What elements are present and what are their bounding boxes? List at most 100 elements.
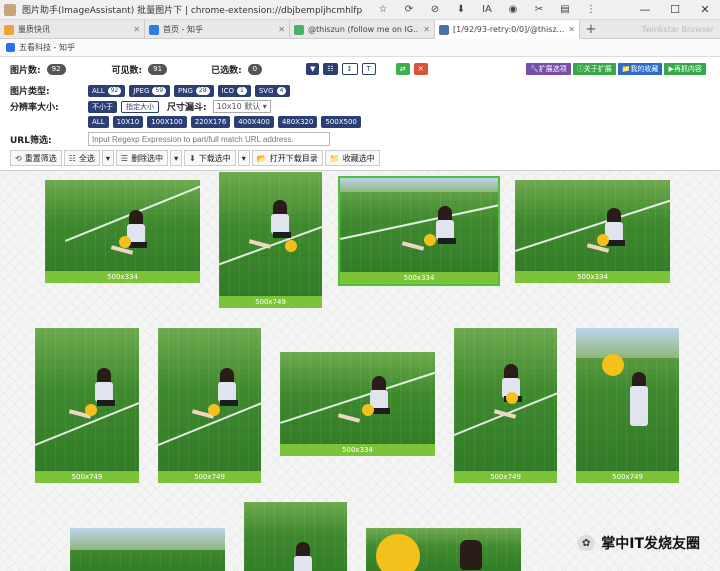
swap-icon[interactable]: ⇄ — [395, 63, 410, 75]
extension-options-button[interactable]: 🔧 扩展选项 — [526, 63, 571, 75]
panel-icon[interactable]: ▤ — [552, 0, 578, 20]
delete-dropdown[interactable]: ▾ — [170, 150, 183, 166]
grid-icon[interactable]: ☷ — [323, 63, 338, 75]
select-all-icon: ☷ — [68, 153, 76, 163]
tab-4-active[interactable]: [1/92/93-retry:0/0]/@thisz... ✕ — [435, 20, 580, 39]
preset-all[interactable]: ALL — [88, 116, 109, 128]
top-right-buttons: 🔧 扩展选项 ⓘ 关于扩展 📁 我的收藏 ▶ 再抓内容 — [526, 63, 708, 75]
images-count-label: 图片数: — [10, 66, 41, 76]
tab-close-icon[interactable]: ✕ — [568, 25, 575, 34]
tab-label: 量质快讯 — [18, 25, 50, 34]
size-funnel-label: 尺寸漏斗: — [167, 103, 207, 113]
type-chip-all[interactable]: ALL 92 — [88, 84, 126, 97]
image-thumbnail[interactable] — [366, 528, 521, 571]
recapture-label: 再抓内容 — [673, 65, 702, 73]
about-extension-label: 关于扩展 — [583, 65, 612, 73]
type-chip-png[interactable]: PNG 28 — [174, 84, 214, 97]
open-download-dir-button[interactable]: 📂 打开下载目录 — [251, 150, 323, 166]
image-thumbnail[interactable]: 500x334 — [45, 180, 200, 283]
bookmark-favicon-icon — [6, 43, 15, 52]
new-tab-button[interactable]: + — [580, 20, 602, 38]
preset-500x500[interactable]: 500X500 — [321, 116, 361, 128]
image-thumbnail[interactable]: 500x334 — [515, 180, 670, 283]
image-assistant-icon[interactable]: IA — [474, 0, 500, 20]
minimize-button[interactable]: — — [630, 0, 660, 20]
type-chip-svg[interactable]: SVG 4 — [254, 84, 291, 97]
folder-icon: 📁 — [621, 65, 631, 73]
image-thumbnail[interactable]: 500x749 — [35, 328, 139, 483]
selected-count-label: 已选数: — [211, 66, 242, 76]
image-thumbnail[interactable]: 500x749 — [158, 328, 261, 483]
chip-count: 59 — [152, 86, 167, 95]
download-icon[interactable]: ⬇ — [448, 0, 474, 20]
chip-label: ALL — [92, 86, 105, 95]
chip-label: JPEG — [133, 86, 150, 95]
fixed-size-button[interactable]: 指定大小 — [121, 100, 159, 113]
tab-2[interactable]: 首页 - 知乎 ✕ — [145, 20, 290, 39]
preset-220x176[interactable]: 220X176 — [190, 116, 231, 128]
chip-label: PNG — [178, 86, 193, 95]
min-size-button[interactable]: 不小于 — [88, 100, 117, 113]
url-filter-label: URL筛选: — [10, 135, 52, 146]
preset-400x400[interactable]: 400X400 — [234, 116, 274, 128]
size-caption: 500x749 — [576, 471, 679, 483]
control-panel: 图片数: 92 可见数: 91 已选数: 0 ▼ ☷ ↕ T ⇄ ✕ 🔧 扩展选项… — [0, 57, 720, 171]
stats-row: 图片数: 92 可见数: 91 已选数: 0 — [10, 63, 263, 76]
image-thumbnail[interactable] — [244, 502, 347, 571]
crop-icon[interactable]: ✂ — [526, 0, 552, 20]
close-filter-icon[interactable]: ✕ — [413, 63, 428, 75]
size-caption: 500x334 — [515, 271, 670, 283]
sort-icon[interactable]: ↕ — [341, 63, 358, 75]
chevron-down-icon: ▾ — [105, 153, 110, 163]
tab-1[interactable]: 量质快讯 ✕ — [0, 20, 145, 39]
chip-count: 28 — [195, 86, 210, 95]
preset-10x10[interactable]: 10X10 — [112, 116, 144, 128]
thumbnail-image — [219, 172, 322, 296]
menu-icon[interactable]: ⋮ — [578, 0, 604, 20]
tab-close-icon[interactable]: ✕ — [133, 25, 140, 34]
favorite-selected-button[interactable]: 📁 收藏选中 — [324, 150, 380, 166]
maximize-button[interactable]: ☐ — [660, 0, 690, 20]
type-chip-jpeg[interactable]: JPEG 59 — [129, 84, 171, 97]
bookmark-item[interactable]: 五看科技 - 知乎 — [19, 42, 75, 53]
chevron-down-icon: ▾ — [174, 153, 179, 163]
tab-close-icon[interactable]: ✕ — [278, 25, 285, 34]
bookmark-star-icon[interactable]: ☆ — [370, 0, 396, 20]
filter-icon[interactable]: ▼ — [306, 63, 320, 75]
recapture-button[interactable]: ▶ 再抓内容 — [664, 63, 706, 75]
image-thumbnail[interactable]: 500x749 — [219, 172, 322, 308]
window-controls: — ☐ ✕ — [630, 0, 720, 20]
delete-selected-button[interactable]: ☰ 删除选中 — [115, 150, 169, 166]
my-favorites-button[interactable]: 📁 我的收藏 — [617, 63, 663, 75]
extension-icon[interactable]: ◉ — [500, 0, 526, 20]
image-thumbnail[interactable] — [70, 528, 225, 571]
chip-count: 4 — [276, 86, 287, 95]
preset-100x100[interactable]: 100X100 — [147, 116, 187, 128]
select-all-button[interactable]: ☷ 全选 — [63, 150, 100, 166]
tab-close-icon[interactable]: ✕ — [423, 25, 430, 34]
size-funnel-select[interactable]: 10x10 默认 ▾ — [212, 100, 271, 113]
type-chip-ico[interactable]: ICO 1 — [217, 84, 251, 97]
thumbnail-image — [158, 328, 261, 471]
image-thumbnail[interactable]: 500x749 — [454, 328, 557, 483]
reset-filter-button[interactable]: ⟲ 重置筛选 — [10, 150, 62, 166]
refresh-icon[interactable]: ⟳ — [396, 0, 422, 20]
image-thumbnail[interactable]: 500x749 — [576, 328, 679, 483]
image-thumbnail[interactable]: 500x334 — [280, 352, 435, 456]
tab-3[interactable]: @thiszun (follow me on IG... ✕ — [290, 20, 435, 39]
block-icon[interactable]: ⊘ — [422, 0, 448, 20]
tab-favicon-icon — [4, 24, 14, 35]
size-caption: 500x334 — [340, 272, 498, 284]
visible-count-label: 可见数: — [111, 66, 143, 76]
url-filter-input[interactable] — [88, 132, 330, 146]
watermark-text: 掌中IT发烧友圈 — [601, 536, 700, 552]
select-all-dropdown[interactable]: ▾ — [101, 150, 114, 166]
download-dropdown[interactable]: ▾ — [237, 150, 250, 166]
close-button[interactable]: ✕ — [690, 0, 720, 20]
preset-480x320[interactable]: 480X320 — [277, 116, 318, 128]
about-extension-button[interactable]: ⓘ 关于扩展 — [572, 63, 616, 75]
bookmark-bar: 五看科技 - 知乎 — [0, 39, 720, 57]
image-thumbnail-hovered[interactable]: 500x334 — [338, 176, 500, 286]
download-selected-button[interactable]: ⬇ 下载选中 — [184, 150, 236, 166]
text-size-icon[interactable]: T — [361, 63, 376, 75]
